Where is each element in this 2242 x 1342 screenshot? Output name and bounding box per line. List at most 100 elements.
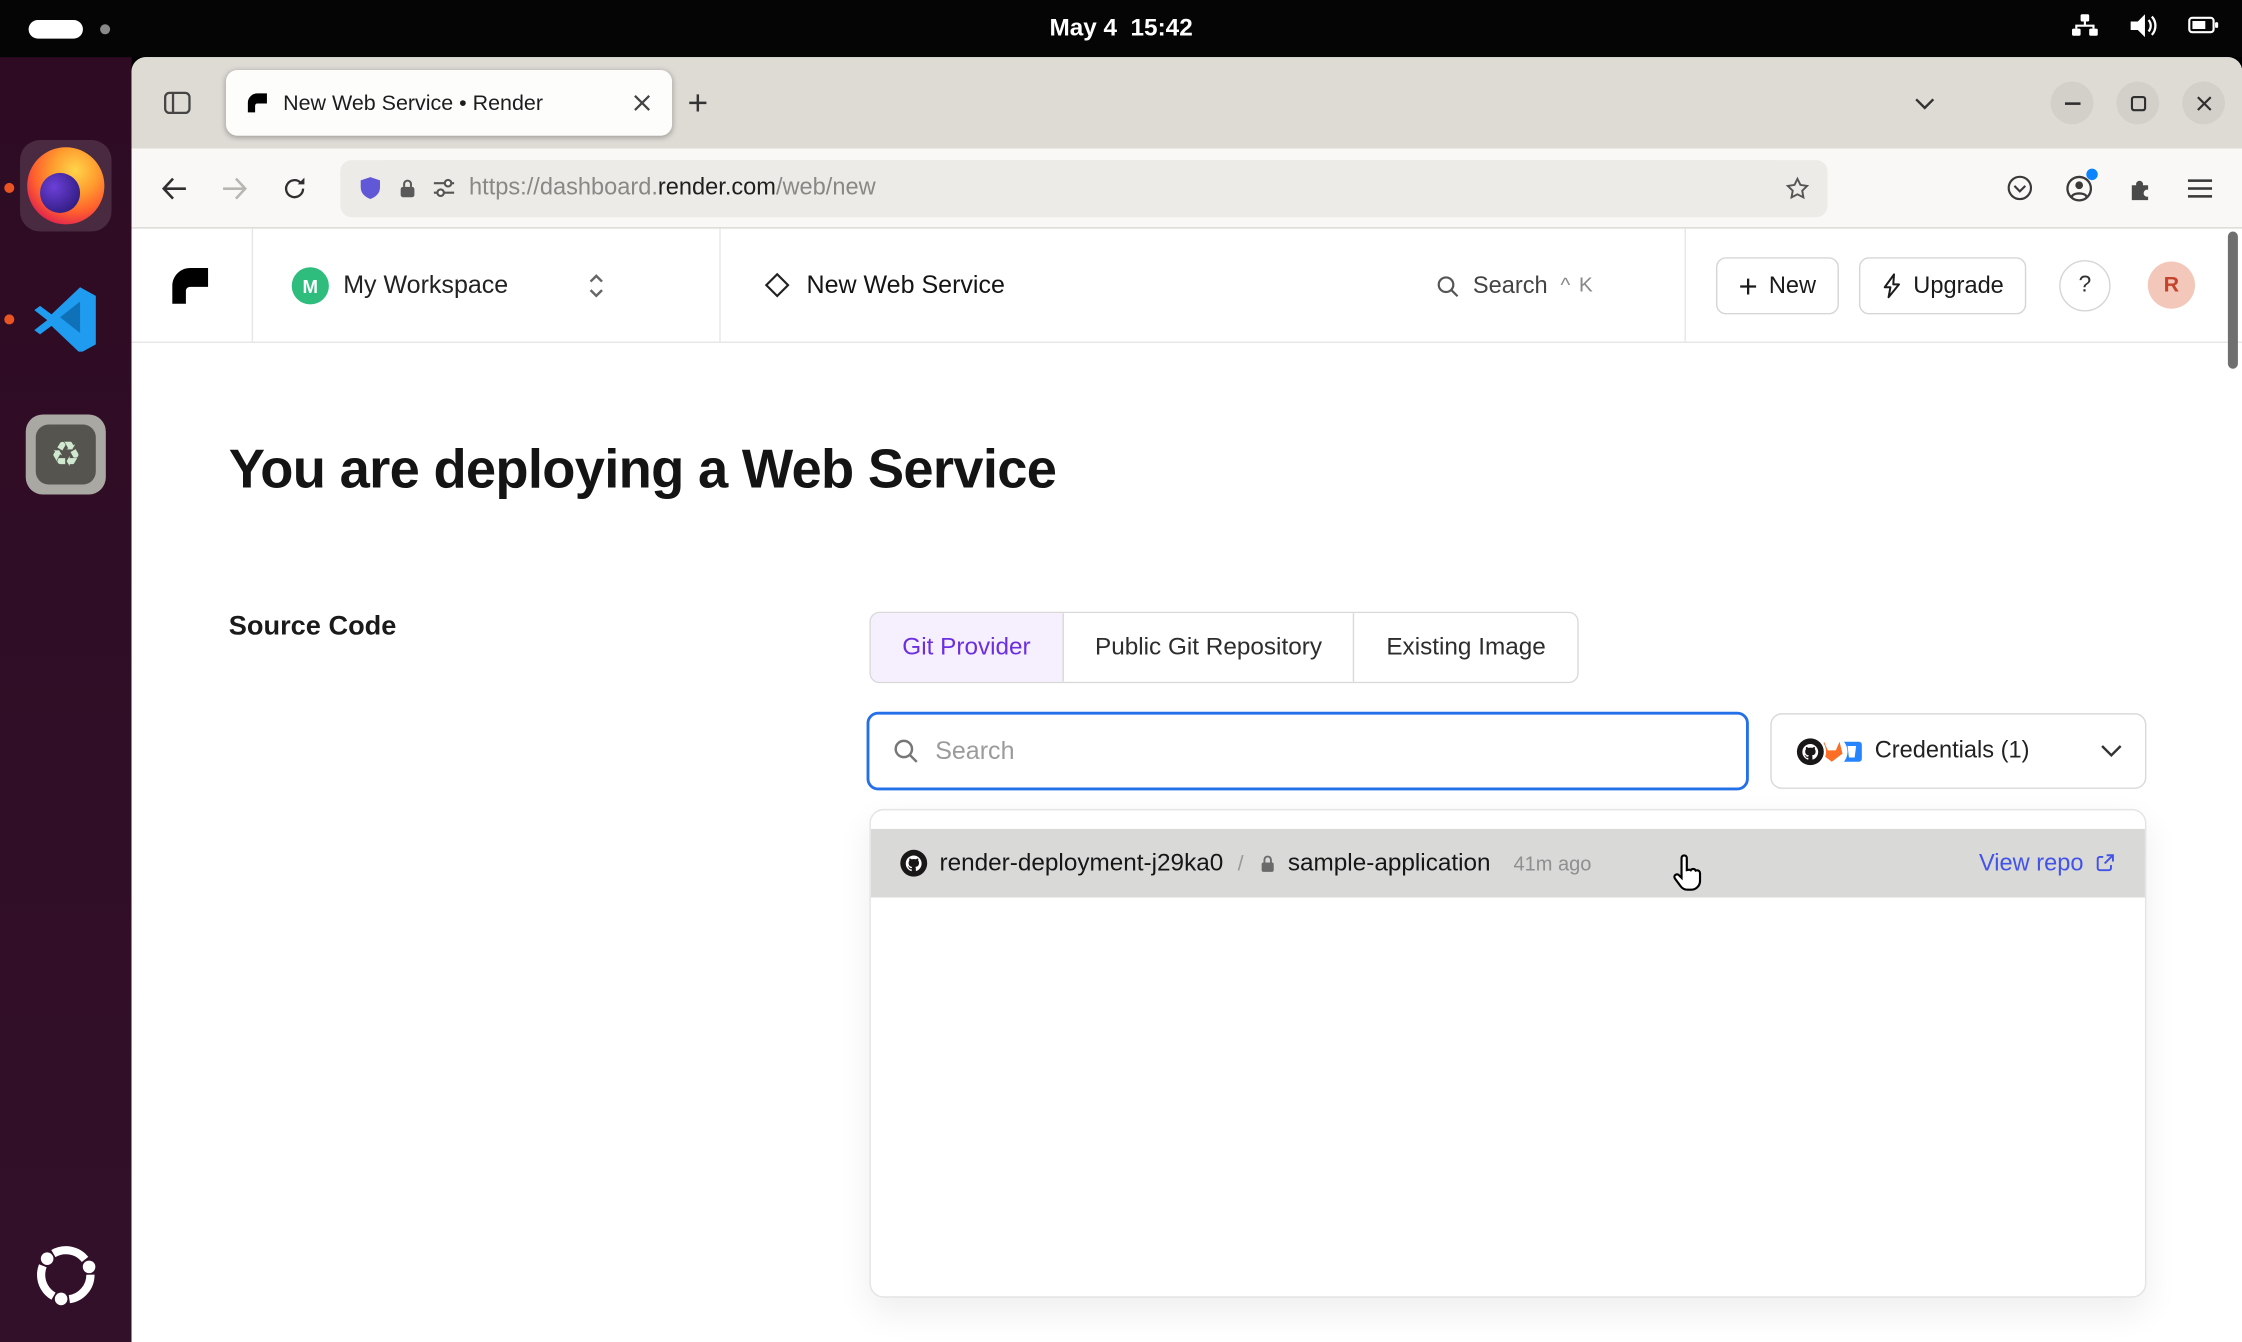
volume-icon[interactable] xyxy=(2128,12,2159,45)
navigation-toolbar: https://dashboard.render.com/web/new xyxy=(132,149,2242,229)
restore-icon xyxy=(2130,95,2146,111)
header-divider xyxy=(719,229,720,343)
account-button[interactable] xyxy=(2053,162,2104,213)
breadcrumb-page-title: New Web Service xyxy=(807,270,1005,300)
repo-search-input[interactable] xyxy=(935,736,1723,766)
tab-title: New Web Service • Render xyxy=(283,91,609,115)
system-clock[interactable]: May 4 15:42 xyxy=(0,0,2242,57)
browser-tab[interactable]: New Web Service • Render xyxy=(226,70,672,136)
github-icon xyxy=(1795,735,1826,766)
battery-icon[interactable] xyxy=(2188,13,2219,44)
lock-icon xyxy=(396,175,419,201)
pocket-button[interactable] xyxy=(1993,162,2044,213)
workspace-selector[interactable]: My Workspace xyxy=(343,270,508,300)
upgrade-button[interactable]: Upgrade xyxy=(1859,257,2027,314)
minimize-button[interactable] xyxy=(2051,81,2094,124)
url-path: /web/new xyxy=(776,174,876,200)
permissions-icon xyxy=(432,176,456,200)
ubuntu-logo-icon xyxy=(33,1242,99,1308)
scrollbar-thumb[interactable] xyxy=(2228,232,2238,369)
back-icon xyxy=(162,177,188,200)
search-shortcut: ^ K xyxy=(1560,274,1594,297)
firefox-view-button[interactable] xyxy=(152,77,203,128)
system-bar: May 4 15:42 xyxy=(0,0,2242,57)
view-repo-label: View repo xyxy=(1979,850,2083,877)
source-code-label: Source Code xyxy=(229,612,397,643)
header-divider xyxy=(1685,229,1686,343)
new-button[interactable]: New xyxy=(1716,257,1839,314)
tab-existing-image[interactable]: Existing Image xyxy=(1353,613,1577,682)
dock-item-firefox[interactable] xyxy=(20,140,112,231)
plus-icon xyxy=(688,93,708,113)
private-lock-icon xyxy=(1258,853,1277,874)
repo-search[interactable] xyxy=(867,712,1749,791)
tab-public-git-repository[interactable]: Public Git Repository xyxy=(1062,613,1353,682)
menu-button[interactable] xyxy=(2174,162,2225,213)
page-content: M My Workspace New Web Service Search ^ … xyxy=(132,229,2242,1342)
search-label: Search xyxy=(1473,272,1548,299)
help-button[interactable]: ? xyxy=(2059,260,2110,311)
dock-item-vscode[interactable] xyxy=(20,272,112,363)
back-button[interactable] xyxy=(149,162,200,213)
firefox-running-dot xyxy=(4,183,14,193)
reload-button[interactable] xyxy=(269,162,320,213)
workspace-avatar: M xyxy=(292,267,329,304)
puzzle-icon xyxy=(2126,174,2153,201)
dock-item-trash[interactable]: ♻ xyxy=(20,409,112,500)
repo-updated-time: 41m ago xyxy=(1513,852,1591,875)
new-button-label: New xyxy=(1769,272,1816,299)
chevron-down-icon xyxy=(2101,738,2122,764)
list-tabs-button[interactable] xyxy=(1899,77,1950,128)
mouse-cursor xyxy=(1669,852,1709,895)
upgrade-button-label: Upgrade xyxy=(1913,272,2004,299)
forward-button[interactable] xyxy=(209,162,260,213)
search-icon xyxy=(892,737,919,764)
tab-git-provider[interactable]: Git Provider xyxy=(871,613,1062,682)
trash-icon: ♻ xyxy=(26,414,106,494)
view-repo-link[interactable]: View repo xyxy=(1979,850,2116,877)
external-link-icon xyxy=(2093,852,2116,875)
repo-separator: / xyxy=(1235,851,1247,875)
global-search[interactable]: Search ^ K xyxy=(1436,229,1594,343)
chevron-up-down-icon xyxy=(586,270,606,301)
plus-icon xyxy=(1739,277,1758,296)
bookmark-star-icon[interactable] xyxy=(1785,175,1811,201)
render-favicon xyxy=(246,91,269,114)
github-icon xyxy=(899,849,928,878)
credentials-dropdown[interactable]: Credentials (1) xyxy=(1770,713,2146,789)
restore-button[interactable] xyxy=(2116,81,2159,124)
network-icon[interactable] xyxy=(2071,13,2100,44)
lightning-icon xyxy=(1882,273,1902,299)
pocket-icon xyxy=(2006,174,2033,201)
system-tray[interactable] xyxy=(2071,0,2220,57)
repo-row[interactable]: render-deployment-j29ka0 / sample-applic… xyxy=(871,829,2145,898)
workspace-chevrons[interactable] xyxy=(586,270,606,309)
tab-close-button[interactable] xyxy=(623,84,660,121)
tab-strip: New Web Service • Render xyxy=(132,57,2242,148)
render-logo[interactable] xyxy=(169,264,212,307)
search-icon xyxy=(1436,274,1460,298)
url-text[interactable]: https://dashboard.render.com/web/new xyxy=(469,174,1772,201)
url-bar[interactable]: https://dashboard.render.com/web/new xyxy=(340,159,1827,216)
vscode-running-dot xyxy=(4,314,14,324)
dock-item-ubuntu[interactable] xyxy=(20,1229,112,1320)
shield-icon xyxy=(357,174,383,203)
url-prefix: https://dashboard. xyxy=(469,174,658,200)
vscode-icon xyxy=(31,283,100,352)
close-window-button[interactable] xyxy=(2182,81,2225,124)
forward-icon xyxy=(222,177,248,200)
user-avatar[interactable]: R xyxy=(2148,262,2195,309)
extensions-button[interactable] xyxy=(2113,162,2164,213)
service-diamond-icon xyxy=(764,272,791,306)
firefox-icon xyxy=(27,147,104,224)
source-tabs: Git Provider Public Git Repository Exist… xyxy=(869,612,1578,683)
app-header: M My Workspace New Web Service Search ^ … xyxy=(132,229,2242,343)
account-notification-dot xyxy=(2086,168,2097,179)
hamburger-icon xyxy=(2187,178,2211,198)
new-tab-button[interactable] xyxy=(672,77,723,128)
firefox-window: New Web Service • Render xyxy=(132,57,2242,1342)
minimize-icon xyxy=(2064,101,2080,105)
header-divider xyxy=(252,229,253,343)
close-icon xyxy=(2196,95,2212,111)
repo-name: sample-application xyxy=(1288,849,1491,878)
